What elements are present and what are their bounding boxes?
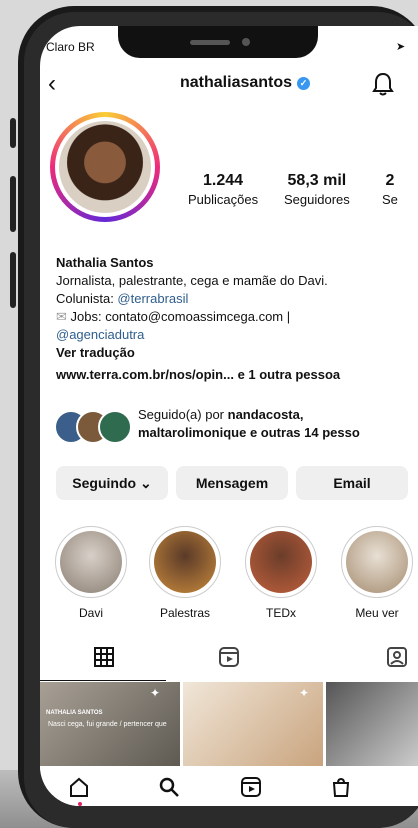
highlight-tedx[interactable]: TEDx — [244, 526, 318, 620]
stat-following[interactable]: 2 Se — [382, 172, 398, 207]
active-tab-indicator — [40, 680, 166, 681]
side-button — [10, 118, 16, 148]
colunista-link[interactable]: @terrabrasil — [117, 291, 188, 306]
bio-colunista: Colunista: @terrabrasil — [56, 291, 189, 306]
post-thumbnail[interactable] — [326, 682, 418, 766]
side-button — [10, 252, 16, 308]
stat-posts[interactable]: 1.244 Publicações — [188, 172, 258, 207]
bottom-nav — [40, 766, 418, 806]
search-icon[interactable] — [158, 776, 180, 804]
translate-link[interactable]: Ver tradução — [56, 344, 416, 362]
pin-icon: ✦ — [150, 686, 161, 700]
profile-bio: Nathalia Santos Jornalista, palestrante,… — [56, 254, 416, 384]
website-link[interactable]: www.terra.com.br/nos/opin... — [56, 367, 234, 382]
stat-followers[interactable]: 58,3 mil Seguidores — [284, 172, 350, 207]
reels-icon[interactable] — [218, 646, 240, 674]
home-icon[interactable] — [68, 776, 90, 804]
notch — [118, 26, 318, 58]
shop-icon[interactable] — [330, 776, 352, 804]
followed-by-row[interactable]: Seguido(a) por nandacosta, maltarolimoni… — [54, 406, 418, 448]
post-thumbnail[interactable]: ✦ — [183, 682, 323, 766]
following-button[interactable]: Seguindo ⌄ — [56, 466, 168, 500]
bio-jobs: ✉ Jobs: contato@comoassimcega.com | — [56, 309, 291, 324]
side-button — [10, 176, 16, 232]
reels-icon[interactable] — [240, 776, 262, 804]
back-icon[interactable]: ‹ — [48, 70, 56, 98]
carrier-label: Claro BR — [46, 40, 95, 54]
bio-line: Jornalista, palestrante, cega e mamãe do… — [56, 273, 328, 288]
notification-dot — [78, 802, 82, 806]
highlight-meu-ver[interactable]: Meu ver — [340, 526, 414, 620]
grid-icon[interactable] — [93, 646, 115, 674]
profile-name: Nathalia Santos — [56, 255, 154, 270]
post-grid: NATHALIA SANTOS Nasci cega, fui grande /… — [40, 682, 418, 766]
phone-screen: Claro BR ➤ ‹ nathaliasantos ✓ 1.244 Public… — [40, 26, 418, 806]
location-icon: ➤ — [396, 41, 406, 53]
profile-avatar[interactable] — [50, 112, 160, 222]
website-row: www.terra.com.br/nos/opin... e 1 outra p… — [56, 367, 341, 382]
verified-badge-icon: ✓ — [297, 77, 311, 90]
post-thumbnail[interactable]: NATHALIA SANTOS Nasci cega, fui grande /… — [40, 682, 180, 766]
profile-username: nathaliasantos ✓ — [180, 74, 311, 92]
bell-icon[interactable] — [372, 72, 394, 101]
avatar — [98, 410, 132, 444]
highlight-palestras[interactable]: Palestras — [148, 526, 222, 620]
tagged-icon[interactable] — [386, 646, 408, 674]
pin-icon: ✦ — [299, 686, 310, 700]
followed-by-text: Seguido(a) por nandacosta, maltarolimoni… — [138, 407, 360, 440]
mail-icon: ✉ — [56, 309, 71, 324]
profile-header: ‹ nathaliasantos ✓ — [40, 70, 418, 100]
highlight-davi[interactable]: Davi — [54, 526, 128, 620]
agency-link[interactable]: @agenciadutra — [56, 326, 416, 344]
email-button[interactable]: Email — [296, 466, 408, 500]
profile-tabs — [40, 646, 418, 681]
message-button[interactable]: Mensagem — [176, 466, 288, 500]
